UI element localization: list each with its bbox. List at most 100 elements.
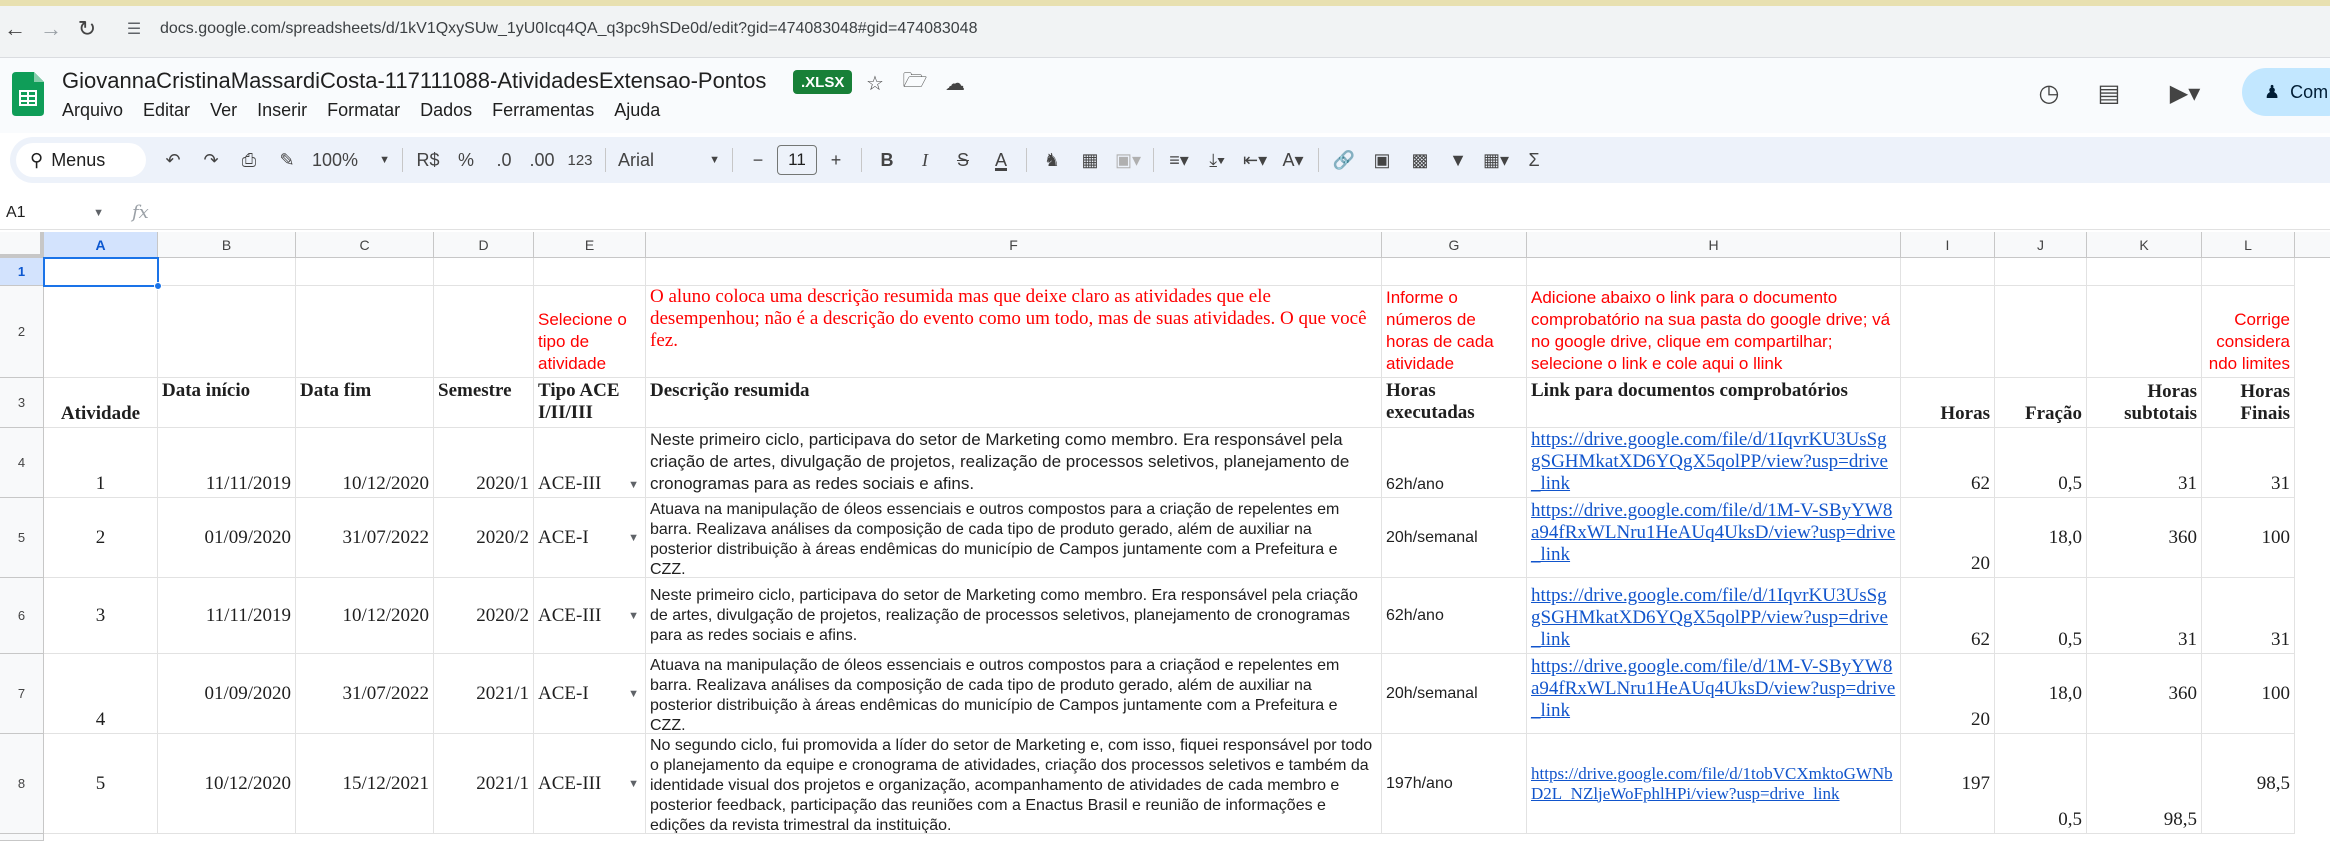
meet-icon[interactable]: ▶▾ xyxy=(2160,76,2210,110)
cell-b7[interactable]: 01/09/2020 xyxy=(158,654,296,734)
font-select[interactable]: Arial ▼ xyxy=(614,143,724,177)
cell-b3[interactable]: Data início xyxy=(158,378,296,428)
cell-j3[interactable]: Fração xyxy=(1995,378,2087,428)
cell-d4[interactable]: 2020/1 xyxy=(434,428,534,498)
back-icon[interactable]: ← xyxy=(0,14,30,44)
cell-a7[interactable]: 4 xyxy=(44,654,158,734)
select-all-corner[interactable] xyxy=(0,232,44,258)
cell-l1[interactable] xyxy=(2202,258,2295,286)
cell-j1[interactable] xyxy=(1995,258,2087,286)
cell-c3[interactable]: Data fim xyxy=(296,378,434,428)
column-header-i[interactable]: I xyxy=(1901,232,1995,258)
cell-f8[interactable]: No segundo ciclo, fui promovida a líder … xyxy=(646,734,1382,834)
cell-e4[interactable]: ACE-III ▼ xyxy=(534,428,646,498)
cell-g1[interactable] xyxy=(1382,258,1527,286)
cell-l7[interactable]: 100 xyxy=(2202,654,2295,734)
cell-l8[interactable]: 98,5 xyxy=(2202,734,2295,834)
chevron-down-icon[interactable]: ▼ xyxy=(628,778,639,790)
row-header-2[interactable]: 2 xyxy=(0,286,44,378)
borders-icon[interactable]: ▦ xyxy=(1073,143,1107,177)
zoom-select[interactable]: 100% ▼ xyxy=(308,143,394,177)
document-title[interactable]: GiovannaCristinaMassardiCosta-117111088-… xyxy=(62,68,766,94)
menus-search-button[interactable]: ⚲ Menus xyxy=(16,143,146,177)
cell-i7[interactable]: 20 xyxy=(1901,654,1995,734)
font-size-input[interactable]: 11 xyxy=(777,145,817,175)
cell-c1[interactable] xyxy=(296,258,434,286)
cell-a8[interactable]: 5 xyxy=(44,734,158,834)
cell-k7[interactable]: 360 xyxy=(2087,654,2202,734)
filter-views-icon[interactable]: ▦▾ xyxy=(1479,143,1513,177)
document-link[interactable]: https://drive.google.com/file/d/1M-V-SBy… xyxy=(1531,500,1896,566)
cell-c8[interactable]: 15/12/2021 xyxy=(296,734,434,834)
chevron-down-icon[interactable]: ▼ xyxy=(628,688,639,700)
cell-f7[interactable]: Atuava na manipulação de óleos essenciai… xyxy=(646,654,1382,734)
undo-icon[interactable]: ↶ xyxy=(156,143,190,177)
cell-d1[interactable] xyxy=(434,258,534,286)
column-header-k[interactable]: K xyxy=(2087,232,2202,258)
cell-h4[interactable]: https://drive.google.com/file/d/1IqvrKU3… xyxy=(1527,428,1901,498)
row-header-8[interactable]: 8 xyxy=(0,734,44,834)
bold-icon[interactable]: B xyxy=(870,143,904,177)
cell-h7[interactable]: https://drive.google.com/file/d/1M-V-SBy… xyxy=(1527,654,1901,734)
cell-k8[interactable]: 98,5 xyxy=(2087,734,2202,834)
document-link[interactable]: https://drive.google.com/file/d/1tobVCXm… xyxy=(1531,764,1896,804)
cell-g5[interactable]: 20h/semanal xyxy=(1382,498,1527,578)
cell-g3[interactable]: Horas executadas xyxy=(1382,378,1527,428)
cell-k6[interactable]: 31 xyxy=(2087,578,2202,654)
cell-l5[interactable]: 100 xyxy=(2202,498,2295,578)
cell-i6[interactable]: 62 xyxy=(1901,578,1995,654)
cell-h3[interactable]: Link para documentos comprobatórios xyxy=(1527,378,1901,428)
cell-c5[interactable]: 31/07/2022 xyxy=(296,498,434,578)
cell-j4[interactable]: 0,5 xyxy=(1995,428,2087,498)
column-header-m[interactable] xyxy=(2295,232,2330,258)
row-header-4[interactable]: 4 xyxy=(0,428,44,498)
cloud-status-icon[interactable]: ☁ xyxy=(942,70,968,96)
decrease-decimal-button[interactable]: .0 xyxy=(487,143,521,177)
cell-e5[interactable]: ACE-I ▼ xyxy=(534,498,646,578)
address-bar[interactable]: ☰ docs.google.com/spreadsheets/d/1kV1Qxy… xyxy=(122,9,2330,48)
text-rotation-icon[interactable]: A▾ xyxy=(1276,143,1310,177)
italic-icon[interactable]: I xyxy=(908,143,942,177)
cell-i5[interactable]: 20 xyxy=(1901,498,1995,578)
row-header-5[interactable]: 5 xyxy=(0,498,44,578)
sheets-logo-icon[interactable] xyxy=(12,72,44,116)
cell-g2[interactable]: Informe o números de horas de cada ativi… xyxy=(1382,286,1527,378)
cell-f6[interactable]: Neste primeiro ciclo, participava do set… xyxy=(646,578,1382,654)
cell-b4[interactable]: 11/11/2019 xyxy=(158,428,296,498)
column-header-d[interactable]: D xyxy=(434,232,534,258)
cell-g8[interactable]: 197h/ano xyxy=(1382,734,1527,834)
menu-ajuda[interactable]: Ajuda xyxy=(614,100,660,121)
version-history-icon[interactable]: ◷ xyxy=(2032,76,2066,110)
cell-l4[interactable]: 31 xyxy=(2202,428,2295,498)
cell-f3[interactable]: Descrição resumida xyxy=(646,378,1382,428)
cell-j6[interactable]: 0,5 xyxy=(1995,578,2087,654)
cell-b8[interactable]: 10/12/2020 xyxy=(158,734,296,834)
row-header-9[interactable] xyxy=(0,834,44,841)
column-header-a[interactable]: A xyxy=(44,232,158,258)
document-link[interactable]: https://drive.google.com/file/d/1IqvrKU3… xyxy=(1531,429,1896,495)
cell-d7[interactable]: 2021/1 xyxy=(434,654,534,734)
insert-link-icon[interactable]: 🔗 xyxy=(1327,143,1361,177)
strikethrough-icon[interactable]: S xyxy=(946,143,980,177)
cell-h1[interactable] xyxy=(1527,258,1901,286)
cell-j7[interactable]: 18,0 xyxy=(1995,654,2087,734)
cell-d5[interactable]: 2020/2 xyxy=(434,498,534,578)
document-link[interactable]: https://drive.google.com/file/d/1M-V-SBy… xyxy=(1531,656,1896,722)
horizontal-align-icon[interactable]: ≡▾ xyxy=(1162,143,1196,177)
cell-d3[interactable]: Semestre xyxy=(434,378,534,428)
cell-h5[interactable]: https://drive.google.com/file/d/1M-V-SBy… xyxy=(1527,498,1901,578)
cell-i4[interactable]: 62 xyxy=(1901,428,1995,498)
cell-l2[interactable]: Corrige considera ndo limites xyxy=(2202,286,2295,378)
cell-f2[interactable]: O aluno coloca uma descrição resumida ma… xyxy=(646,286,1382,378)
cell-l3[interactable]: Horas Finais xyxy=(2202,378,2295,428)
cell-c6[interactable]: 10/12/2020 xyxy=(296,578,434,654)
column-header-h[interactable]: H xyxy=(1527,232,1901,258)
cell-h2[interactable]: Adicione abaixo o link para o documento … xyxy=(1527,286,1901,378)
menu-dados[interactable]: Dados xyxy=(420,100,472,121)
menu-arquivo[interactable]: Arquivo xyxy=(62,100,123,121)
cell-g6[interactable]: 62h/ano xyxy=(1382,578,1527,654)
functions-icon[interactable]: Σ xyxy=(1517,143,1551,177)
cell-b5[interactable]: 01/09/2020 xyxy=(158,498,296,578)
cell-e6[interactable]: ACE-III ▼ xyxy=(534,578,646,654)
cell-k5[interactable]: 360 xyxy=(2087,498,2202,578)
